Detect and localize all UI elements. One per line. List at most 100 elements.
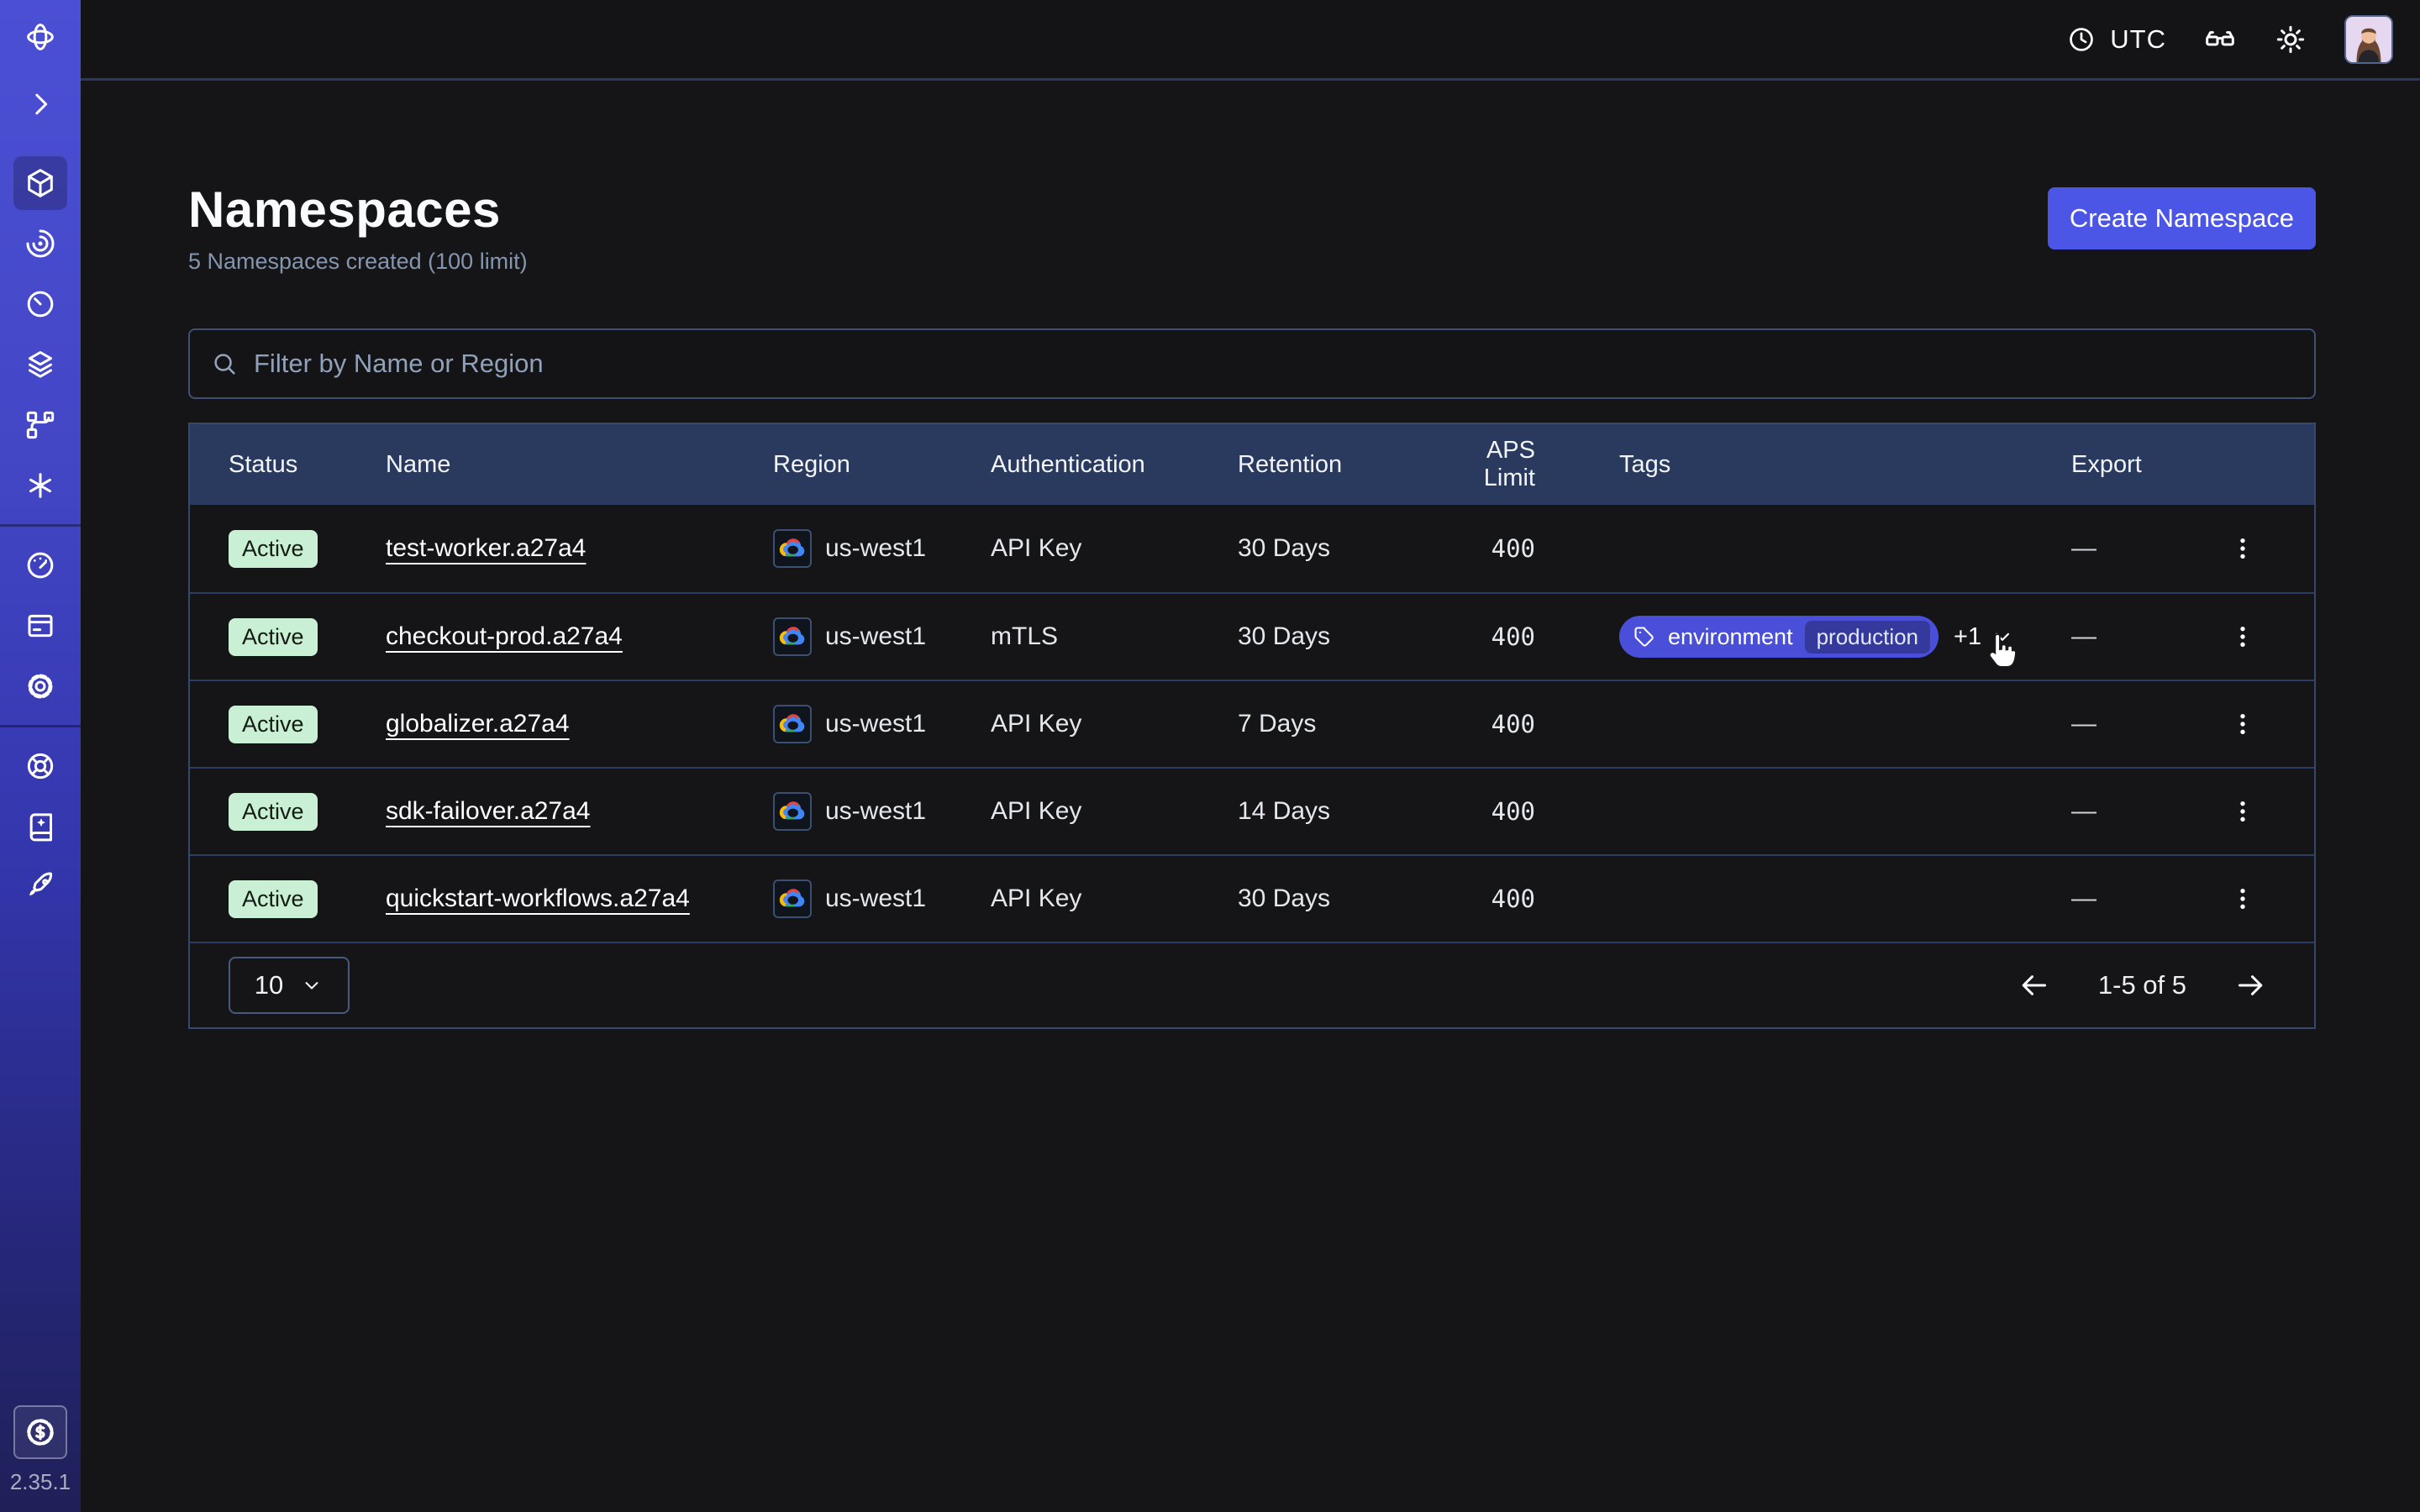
next-page-button[interactable] xyxy=(2233,969,2267,1002)
column-header-status: Status xyxy=(229,451,386,479)
namespace-link[interactable]: quickstart-workflows.a27a4 xyxy=(386,885,690,913)
sidebar-item-workflows[interactable] xyxy=(13,217,67,270)
column-header-tags: Tags xyxy=(1619,451,2071,479)
aps-limit-cell: 400 xyxy=(1431,885,1619,913)
row-menu-button[interactable] xyxy=(2221,527,2265,570)
row-actions-cell xyxy=(2221,527,2314,570)
status-cell: Active xyxy=(229,530,386,568)
status-badge: Active xyxy=(229,706,318,743)
export-value: — xyxy=(2071,534,2096,563)
namespace-link[interactable]: globalizer.a27a4 xyxy=(386,710,570,738)
export-cell: — xyxy=(2071,797,2221,826)
create-namespace-button[interactable]: Create Namespace xyxy=(2048,187,2316,249)
book-icon xyxy=(24,810,57,843)
row-menu-button[interactable] xyxy=(2221,615,2265,659)
table-row: Active globalizer.a27a4 us-west1 API Key… xyxy=(190,680,2314,767)
authentication-cell: API Key xyxy=(991,885,1238,913)
name-cell: globalizer.a27a4 xyxy=(386,710,773,738)
asterisk-icon xyxy=(24,469,57,502)
name-cell: sdk-failover.a27a4 xyxy=(386,797,773,826)
status-badge: Active xyxy=(229,618,318,656)
tags-expand-button[interactable]: +1 xyxy=(1954,623,2015,651)
sidebar-item-schedules[interactable] xyxy=(13,277,67,331)
namespaces-table: StatusNameRegionAuthenticationRetentionA… xyxy=(188,423,2316,1029)
retention-cell: 30 Days xyxy=(1238,885,1431,913)
user-avatar[interactable] xyxy=(2344,15,2393,64)
sidebar-item-nexus[interactable] xyxy=(13,398,67,452)
sidebar-item-support[interactable] xyxy=(13,739,67,793)
aps-limit-cell: 400 xyxy=(1431,710,1619,738)
chevron-right-icon xyxy=(24,87,57,121)
row-actions-cell xyxy=(2221,790,2314,833)
sidebar-item-getting-started[interactable] xyxy=(13,860,67,914)
status-cell: Active xyxy=(229,793,386,831)
tag-pill[interactable]: environmentproduction xyxy=(1619,616,1939,658)
name-cell: checkout-prod.a27a4 xyxy=(386,622,773,651)
table-row: Active sdk-failover.a27a4 us-west1 API K… xyxy=(190,767,2314,854)
region-label: us-west1 xyxy=(825,622,926,651)
gcp-cloud-icon xyxy=(773,529,812,568)
column-header-export: Export xyxy=(2071,451,2221,479)
row-actions-cell xyxy=(2221,702,2314,746)
column-header-retention: Retention xyxy=(1238,451,1431,479)
region-label: us-west1 xyxy=(825,797,926,826)
export-value: — xyxy=(2071,710,2096,738)
page-title: Namespaces xyxy=(188,181,528,239)
sidebar-expand[interactable] xyxy=(13,77,67,131)
region-label: us-west1 xyxy=(825,885,926,913)
name-cell: test-worker.a27a4 xyxy=(386,534,773,563)
export-cell: — xyxy=(2071,622,2221,651)
table-footer: 10 1-5 of 5 xyxy=(190,942,2314,1027)
region-cell: us-west1 xyxy=(773,617,991,656)
sidebar-item-namespaces[interactable] xyxy=(13,156,67,210)
previous-page-button[interactable] xyxy=(2018,969,2051,1002)
credits-button[interactable] xyxy=(13,1405,67,1459)
timer-icon xyxy=(24,287,57,321)
sidebar-item-billing[interactable] xyxy=(13,599,67,653)
table-header-row: StatusNameRegionAuthenticationRetentionA… xyxy=(190,424,2314,505)
row-menu-button[interactable] xyxy=(2221,790,2265,833)
sidebar-item-deployments[interactable] xyxy=(13,338,67,391)
table-row: Active quickstart-workflows.a27a4 us-wes… xyxy=(190,854,2314,942)
row-menu-button[interactable] xyxy=(2221,877,2265,921)
status-badge: Active xyxy=(229,880,318,918)
row-menu-button[interactable] xyxy=(2221,702,2265,746)
timezone-selector[interactable]: UTC xyxy=(2066,24,2166,55)
namespace-link[interactable]: checkout-prod.a27a4 xyxy=(386,622,623,651)
branch-icon xyxy=(24,408,57,442)
export-cell: — xyxy=(2071,710,2221,738)
aps-limit-cell: 400 xyxy=(1431,534,1619,563)
tags-more-count: +1 xyxy=(1954,623,1981,651)
labs-glasses-button[interactable] xyxy=(2203,23,2237,56)
retention-cell: 30 Days xyxy=(1238,534,1431,563)
aps-limit-cell: 400 xyxy=(1431,797,1619,826)
tag-key: environment xyxy=(1668,624,1793,650)
page-range-label: 1-5 of 5 xyxy=(2098,970,2186,1000)
export-cell: — xyxy=(2071,534,2221,563)
pager: 1-5 of 5 xyxy=(2018,969,2267,1002)
app-version: 2.35.1 xyxy=(10,1469,71,1495)
column-header-authentication: Authentication xyxy=(991,451,1238,479)
page-size-select[interactable]: 10 xyxy=(229,957,350,1014)
sidebar-nav xyxy=(0,0,81,917)
page-header: Namespaces 5 Namespaces created (100 lim… xyxy=(188,181,2316,275)
name-cell: quickstart-workflows.a27a4 xyxy=(386,885,773,913)
sidebar-item-docs[interactable] xyxy=(13,800,67,853)
filter-input[interactable] xyxy=(254,349,2294,379)
timezone-label: UTC xyxy=(2110,24,2166,55)
status-badge: Active xyxy=(229,793,318,831)
lifebuoy-icon xyxy=(24,749,57,783)
table-row: Active test-worker.a27a4 us-west1 API Ke… xyxy=(190,505,2314,592)
namespace-link[interactable]: test-worker.a27a4 xyxy=(386,534,586,563)
sidebar-item-usage[interactable] xyxy=(13,538,67,592)
sidebar-divider xyxy=(0,524,81,527)
namespace-link[interactable]: sdk-failover.a27a4 xyxy=(386,797,591,826)
clock-icon xyxy=(2066,24,2096,55)
sidebar-item-batch-operations[interactable] xyxy=(13,459,67,512)
export-value: — xyxy=(2071,622,2096,651)
authentication-cell: API Key xyxy=(991,710,1238,738)
theme-toggle-button[interactable] xyxy=(2274,23,2307,56)
sidebar-item-settings[interactable] xyxy=(13,659,67,713)
export-value: — xyxy=(2071,885,2096,913)
page-size-value: 10 xyxy=(255,970,283,1000)
